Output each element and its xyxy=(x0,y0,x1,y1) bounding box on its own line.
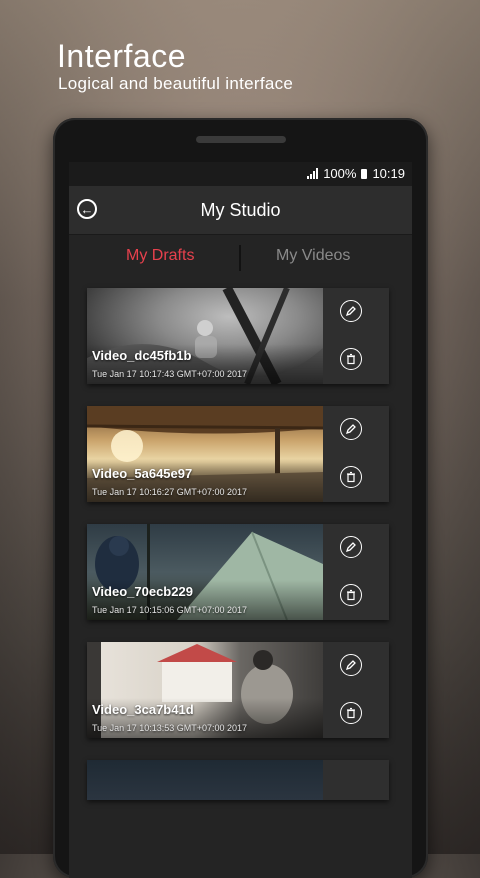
video-thumbnail[interactable]: Video_5a645e97 Tue Jan 17 10:16:27 GMT+0… xyxy=(87,406,323,502)
pencil-icon[interactable] xyxy=(340,418,362,440)
video-name: Video_3ca7b41d xyxy=(92,702,194,717)
video-date: Tue Jan 17 10:13:53 GMT+07:00 2017 xyxy=(92,723,248,733)
video-date: Tue Jan 17 10:15:06 GMT+07:00 2017 xyxy=(92,605,248,615)
pencil-icon[interactable] xyxy=(340,654,362,676)
video-date: Tue Jan 17 10:16:27 GMT+07:00 2017 xyxy=(92,487,248,497)
promo-subtitle: Logical and beautiful interface xyxy=(58,74,294,93)
app-screen: 100% 10:19 ← My Studio My Drafts My Vide… xyxy=(69,162,412,878)
pencil-icon[interactable] xyxy=(340,300,362,322)
signal-icon xyxy=(307,168,319,179)
video-thumbnail[interactable]: Video_dc45fb1b Tue Jan 17 10:17:43 GMT+0… xyxy=(87,288,323,384)
status-bar: 100% 10:19 xyxy=(69,162,412,186)
trash-icon[interactable] xyxy=(340,466,362,488)
draft-card[interactable] xyxy=(87,760,389,800)
phone-frame: 100% 10:19 ← My Studio My Drafts My Vide… xyxy=(53,118,428,878)
battery-percent: 100% xyxy=(323,166,357,181)
video-name: Video_70ecb229 xyxy=(92,584,193,599)
draft-card[interactable]: Video_dc45fb1b Tue Jan 17 10:17:43 GMT+0… xyxy=(87,288,389,384)
promo-title: Interface xyxy=(57,38,187,74)
draft-card[interactable]: Video_3ca7b41d Tue Jan 17 10:13:53 GMT+0… xyxy=(87,642,389,738)
video-name: Video_dc45fb1b xyxy=(92,348,192,363)
battery-icon xyxy=(361,168,368,179)
phone-speaker xyxy=(196,136,286,143)
status-time: 10:19 xyxy=(372,166,405,181)
video-thumbnail[interactable] xyxy=(87,760,323,800)
trash-icon[interactable] xyxy=(340,584,362,606)
video-thumbnail[interactable]: Video_3ca7b41d Tue Jan 17 10:13:53 GMT+0… xyxy=(87,642,323,738)
app-bar: ← My Studio xyxy=(69,186,412,235)
pencil-icon[interactable] xyxy=(340,536,362,558)
tab-my-drafts[interactable]: My Drafts xyxy=(126,247,194,265)
tab-divider xyxy=(239,245,241,271)
page-title: My Studio xyxy=(200,200,281,220)
draft-card[interactable]: Video_5a645e97 Tue Jan 17 10:16:27 GMT+0… xyxy=(87,406,389,502)
trash-icon[interactable] xyxy=(340,702,362,724)
draft-card[interactable]: Video_70ecb229 Tue Jan 17 10:15:06 GMT+0… xyxy=(87,524,389,620)
trash-icon[interactable] xyxy=(340,348,362,370)
video-thumbnail[interactable]: Video_70ecb229 Tue Jan 17 10:15:06 GMT+0… xyxy=(87,524,323,620)
video-date: Tue Jan 17 10:17:43 GMT+07:00 2017 xyxy=(92,369,248,379)
tab-bar: My Drafts My Videos xyxy=(69,235,412,281)
video-name: Video_5a645e97 xyxy=(92,466,193,481)
tab-my-videos[interactable]: My Videos xyxy=(276,247,350,265)
